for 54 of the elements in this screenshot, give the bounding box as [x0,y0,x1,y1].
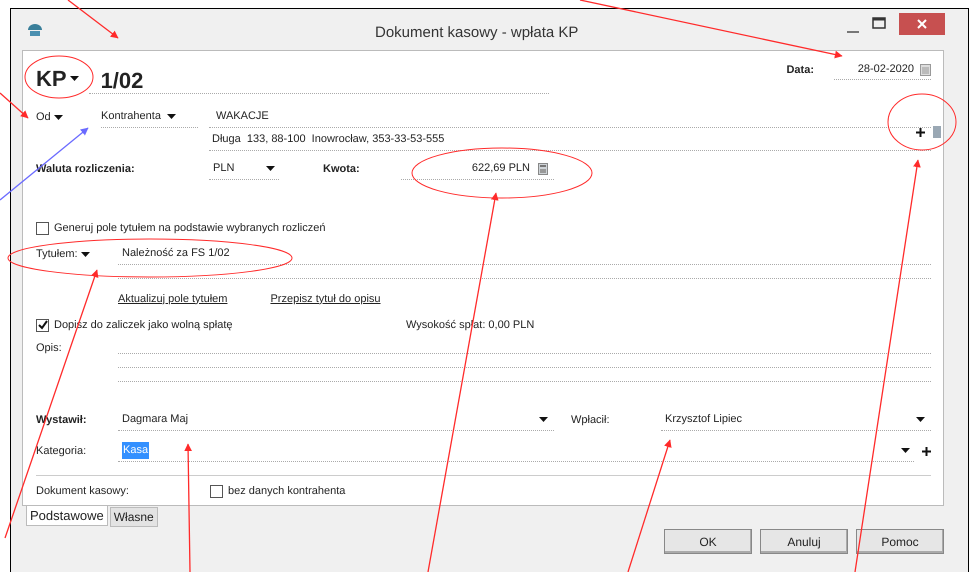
amount-field[interactable]: 622,69 PLN [401,158,554,180]
currency-dropdown[interactable]: PLN [209,158,279,180]
annotation-arrow [0,92,28,118]
date-label: Data: [786,62,814,78]
link[interactable]: Przepisz tytuł do opisu [270,290,381,308]
dialog-button[interactable]: OK [664,529,752,554]
description-label: Opis: [36,341,63,356]
annotation-arrow [68,0,119,39]
document-type-dropdown[interactable]: KP [36,64,79,92]
dropdown-arrow-icon[interactable] [266,166,275,171]
maximize-icon[interactable] [872,17,886,29]
party-address-field[interactable]: Długa 133, 88-100 Inowrocław, 353-33-53-555 [209,129,931,151]
dropdown-arrow-icon[interactable] [901,448,910,453]
title-field[interactable]: Należność za FS 1/02 [118,243,931,265]
title-dropdown[interactable]: Tytułem: [36,245,118,263]
highlight-ellipse [888,94,956,150]
checkbox[interactable] [210,484,223,498]
dialog-button[interactable]: Pomoc [856,529,944,554]
calculator-icon[interactable] [538,162,548,174]
checkbox[interactable] [36,222,49,234]
document-label: Dokument kasowy: [36,484,130,499]
category-value: Kasa [122,442,150,459]
payer-dropdown[interactable]: Krzysztof Lipiec [661,409,931,431]
close-icon[interactable] [917,19,927,29]
dropdown-arrow-icon[interactable] [916,417,925,422]
calendar-icon[interactable] [920,64,931,76]
highlight-ellipse [24,56,94,98]
close-button[interactable] [899,13,945,35]
direction-dropdown[interactable]: Od [36,107,101,127]
plus-icon[interactable] [916,128,925,136]
link[interactable]: Aktualizuj pole tytułem [118,290,228,308]
dropdown-arrow-icon[interactable] [54,114,63,120]
date-field[interactable]: 28-02-2020 [834,60,931,80]
checkbox[interactable] [36,318,49,332]
document-number: 1/02 [100,68,144,93]
add-category-icon[interactable] [922,446,931,456]
party-name-field[interactable]: WAKACJE [209,106,931,128]
window-title: Dokument kasowy - wpłata KP [375,23,578,43]
tab[interactable]: Podstawowe [26,506,108,526]
payer-label: Wpłacił: [571,412,611,428]
dialog-button[interactable]: Anuluj [760,529,848,554]
tab[interactable]: Własne [110,507,158,527]
dropdown-arrow-icon[interactable] [166,114,176,119]
currency-label: Waluta rozliczenia: [36,162,136,177]
checkbox-label: bez danych kontrahenta [228,484,346,499]
party-type-dropdown[interactable]: Kontrahenta [101,106,198,128]
app-icon [27,22,43,36]
amount-label: Kwota: [323,162,361,177]
dropdown-arrow-icon[interactable] [70,76,79,80]
issuer-dropdown[interactable]: Dagmara Maj [118,409,554,431]
checkbox-label: Generuj pole tytułem na podstawie wybranych rozliczeń [54,220,326,236]
dropdown-arrow-icon[interactable] [80,252,90,256]
category-label: Kategoria: [36,444,88,459]
dropdown-arrow-icon[interactable] [539,417,548,422]
